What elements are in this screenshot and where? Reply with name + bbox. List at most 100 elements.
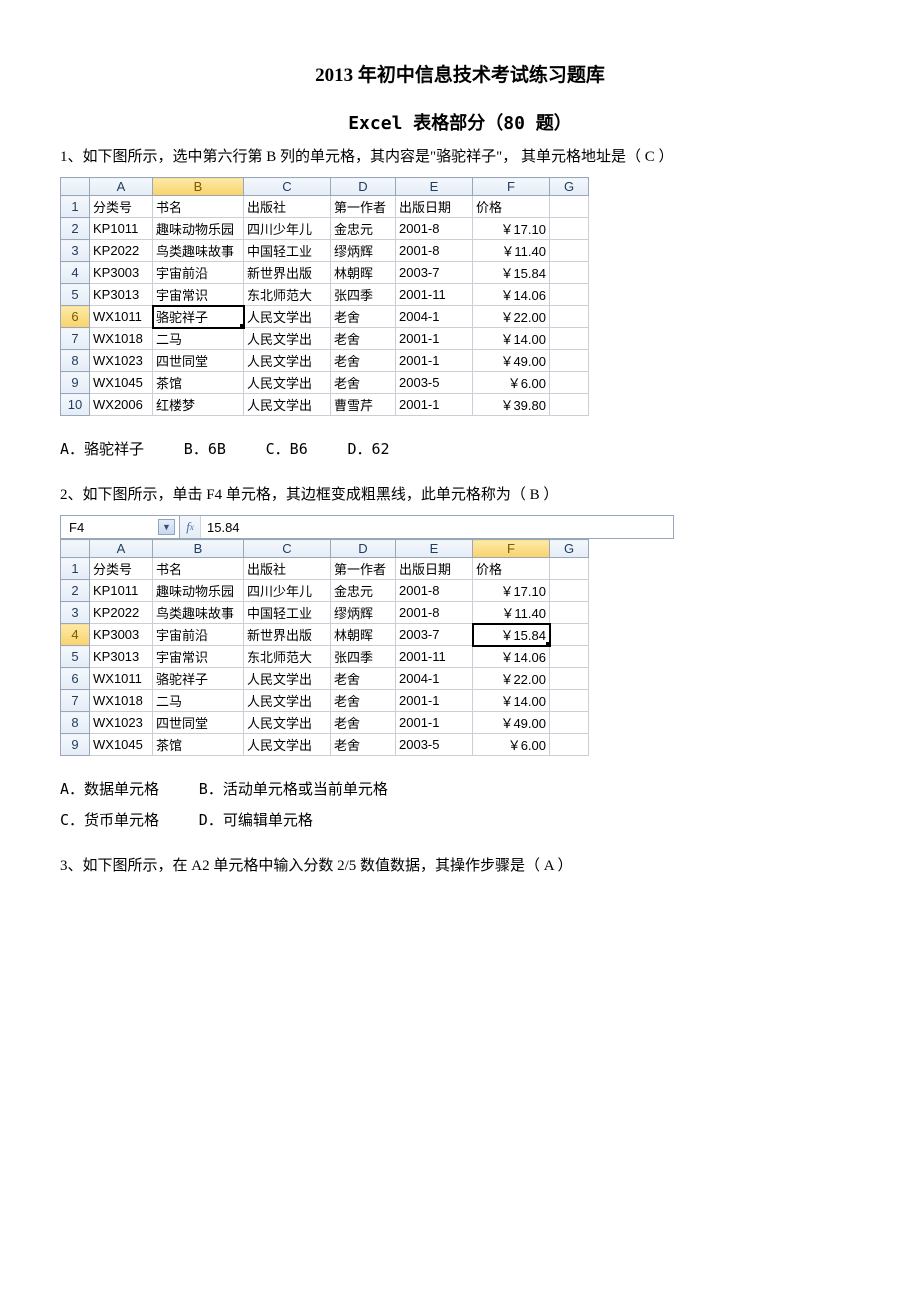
cell: 2001-1	[396, 350, 473, 372]
cell: 人民文学出	[244, 328, 331, 350]
cell: 2001-8	[396, 240, 473, 262]
cell: 分类号	[90, 558, 153, 580]
cell: 2001-8	[396, 580, 473, 602]
cell: 新世界出版	[244, 624, 331, 646]
cell	[550, 262, 589, 284]
cell: 2004-1	[396, 306, 473, 328]
row-header: 5	[61, 284, 90, 306]
col-header: F	[473, 178, 550, 196]
cell: WX1011	[90, 668, 153, 690]
formula-value: 15.84	[201, 516, 673, 538]
col-header: C	[244, 178, 331, 196]
col-header: F	[473, 540, 550, 558]
cell	[550, 284, 589, 306]
cell: 四川少年儿	[244, 218, 331, 240]
option-b: B．活动单元格或当前单元格	[199, 780, 388, 798]
row-header: 5	[61, 646, 90, 668]
option-c: C．货币单元格	[60, 811, 159, 829]
question-2-options: A．数据单元格 B．活动单元格或当前单元格 C．货币单元格 D．可编辑单元格	[60, 774, 860, 836]
cell: 骆驼祥子	[153, 668, 244, 690]
cell	[550, 580, 589, 602]
cell: 茶馆	[153, 734, 244, 756]
cell: ￥22.00	[473, 306, 550, 328]
cell	[550, 218, 589, 240]
cell: 中国轻工业	[244, 240, 331, 262]
row-header: 8	[61, 712, 90, 734]
cell: 金忠元	[331, 580, 396, 602]
cell: 宇宙前沿	[153, 624, 244, 646]
col-header: D	[331, 178, 396, 196]
row-header: 1	[61, 196, 90, 218]
cell: 2003-5	[396, 734, 473, 756]
cell: KP3013	[90, 646, 153, 668]
cell: 鸟类趣味故事	[153, 240, 244, 262]
row-header: 4	[61, 262, 90, 284]
cell: KP2022	[90, 240, 153, 262]
cell: 宇宙常识	[153, 646, 244, 668]
cell: 书名	[153, 558, 244, 580]
col-header: E	[396, 178, 473, 196]
cell	[550, 394, 589, 416]
cell	[550, 558, 589, 580]
dropdown-icon: ▼	[158, 519, 175, 535]
cell: 林朝晖	[331, 262, 396, 284]
cell: ￥6.00	[473, 734, 550, 756]
cell: 鸟类趣味故事	[153, 602, 244, 624]
col-header: E	[396, 540, 473, 558]
question-2-text: 2、如下图所示，单击 F4 单元格，其边框变成粗黑线，此单元格称为（ B ）	[60, 483, 860, 507]
cell: 四川少年儿	[244, 580, 331, 602]
cell: 老舍	[331, 690, 396, 712]
col-header: B	[153, 540, 244, 558]
cell: WX2006	[90, 394, 153, 416]
formula-bar: F4 ▼ fx 15.84	[60, 515, 674, 539]
cell: 四世同堂	[153, 350, 244, 372]
cell: 2001-1	[396, 328, 473, 350]
selected-cell: ￥15.84	[473, 624, 550, 646]
row-header: 6	[61, 306, 90, 328]
cell: ￥11.40	[473, 240, 550, 262]
cell: 2001-11	[396, 284, 473, 306]
cell: 茶馆	[153, 372, 244, 394]
cell: ￥49.00	[473, 712, 550, 734]
cell: 老舍	[331, 668, 396, 690]
row-header: 7	[61, 328, 90, 350]
cell: 出版日期	[396, 558, 473, 580]
col-header: G	[550, 540, 589, 558]
row-header: 9	[61, 734, 90, 756]
cell: ￥11.40	[473, 602, 550, 624]
cell: WX1045	[90, 372, 153, 394]
cell: ￥49.00	[473, 350, 550, 372]
col-header: A	[90, 540, 153, 558]
cell: 缪炳辉	[331, 602, 396, 624]
cell: KP3013	[90, 284, 153, 306]
cell: ￥39.80	[473, 394, 550, 416]
cell: 红楼梦	[153, 394, 244, 416]
doc-title: 2013 年初中信息技术考试练习题库	[60, 60, 860, 87]
cell: 林朝晖	[331, 624, 396, 646]
cell: 书名	[153, 196, 244, 218]
name-box-value: F4	[69, 520, 84, 535]
cell	[550, 690, 589, 712]
cell: 出版日期	[396, 196, 473, 218]
cell	[550, 328, 589, 350]
cell: 2004-1	[396, 668, 473, 690]
cell: 老舍	[331, 328, 396, 350]
cell: 2003-7	[396, 624, 473, 646]
row-header: 2	[61, 218, 90, 240]
excel-screenshot-1: A B C D E F G 1 分类号 书名 出版社 第一作者 出版日期 价格 …	[60, 177, 860, 416]
cell	[550, 602, 589, 624]
cell: WX1023	[90, 350, 153, 372]
excel-table-2: A B C D E F G 1 分类号 书名 出版社 第一作者 出版日期 价格 …	[60, 539, 589, 756]
cell: 人民文学出	[244, 668, 331, 690]
corner-cell	[61, 178, 90, 196]
name-box: F4 ▼	[61, 516, 180, 538]
cell: 老舍	[331, 350, 396, 372]
cell: ￥14.06	[473, 646, 550, 668]
cell: 人民文学出	[244, 712, 331, 734]
row-header: 2	[61, 580, 90, 602]
excel-screenshot-2: F4 ▼ fx 15.84 A B C D E F G 1 分类号 书名 出版社…	[60, 515, 860, 756]
cell	[550, 350, 589, 372]
cell: 第一作者	[331, 558, 396, 580]
cell: 2003-7	[396, 262, 473, 284]
cell: 东北师范大	[244, 646, 331, 668]
